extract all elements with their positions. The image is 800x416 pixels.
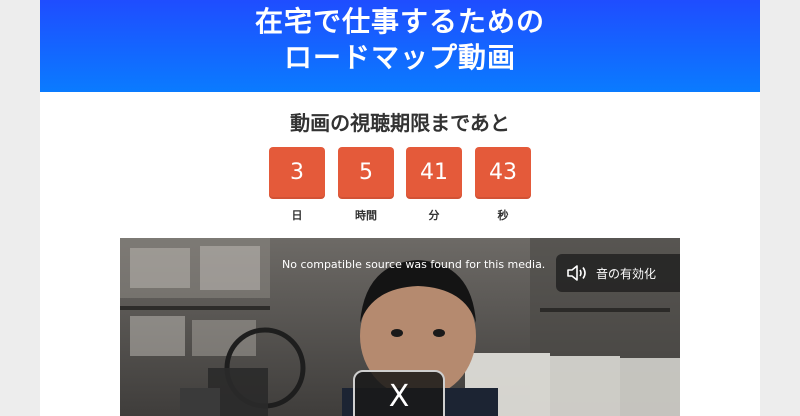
countdown-days-label: 日 — [291, 209, 303, 222]
countdown-minutes-label: 分 — [428, 209, 440, 222]
landing-page: 在宅で仕事するための ロードマップ動画 動画の視聴期限まであと 3 日 5 時間… — [40, 0, 760, 416]
countdown-minutes: 41 分 — [406, 147, 462, 223]
countdown-seconds: 43 秒 — [475, 147, 531, 223]
speaker-icon — [567, 265, 586, 281]
video-player[interactable]: No compatible source was found for this … — [120, 238, 680, 416]
countdown-timer: 3 日 5 時間 41 分 43 秒 — [40, 147, 760, 227]
countdown-hours-value: 5 — [338, 147, 394, 199]
countdown-hours-label: 時間 — [355, 209, 377, 222]
unmute-button[interactable]: 音の有効化 — [556, 254, 680, 292]
hero-banner: 在宅で仕事するための ロードマップ動画 — [40, 0, 760, 92]
unmute-label: 音の有効化 — [596, 267, 657, 281]
countdown-seconds-label: 秒 — [497, 209, 509, 222]
countdown-days: 3 日 — [269, 147, 325, 223]
countdown-seconds-value: 43 — [475, 147, 531, 199]
countdown-hours: 5 時間 — [338, 147, 394, 223]
countdown-minutes-value: 41 — [406, 147, 462, 199]
close-video-button[interactable]: X — [353, 370, 445, 416]
hero-title-line2: ロードマップ動画 — [283, 41, 516, 74]
hero-title-line1: 在宅で仕事するための — [254, 5, 545, 38]
deadline-heading: 動画の視聴期限まであと — [290, 111, 510, 135]
countdown-days-value: 3 — [269, 147, 325, 199]
